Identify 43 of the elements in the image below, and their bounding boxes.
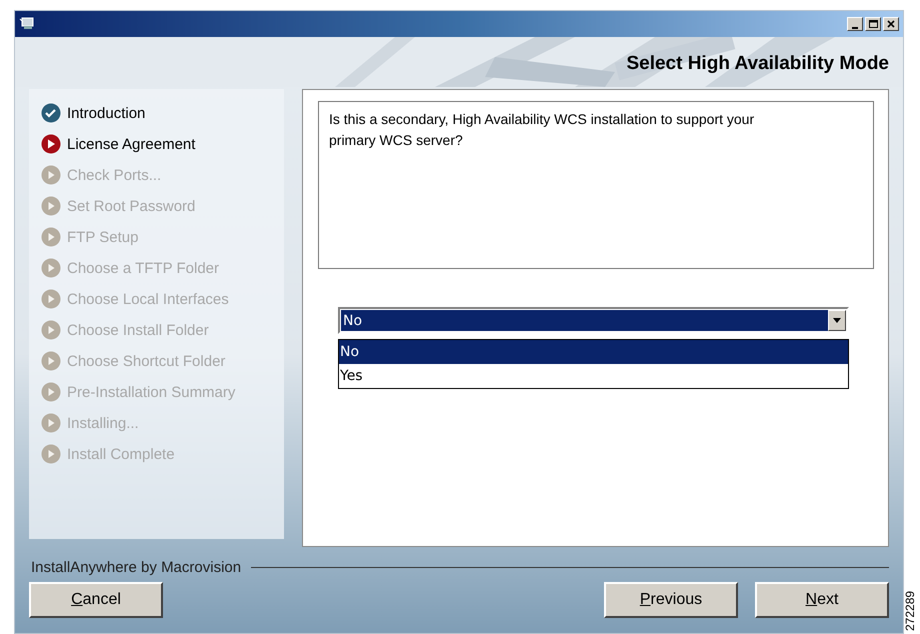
play-icon — [41, 134, 61, 154]
play-icon — [41, 165, 61, 185]
caret-icon — [833, 318, 841, 323]
play-icon — [41, 382, 61, 402]
wizard-button[interactable]: Cancel — [29, 582, 163, 618]
step-label: Choose Shortcut Folder — [67, 352, 226, 370]
play-icon — [41, 196, 61, 216]
question-text: Is this a secondary, High Availability WCS installation to support your primary WCS server? — [318, 101, 874, 269]
wizard-button[interactable]: Next — [755, 582, 889, 618]
dropdown-arrow-button[interactable] — [828, 310, 846, 331]
play-icon — [41, 258, 61, 278]
brand-label: InstallAnywhere by Macrovision — [31, 559, 242, 576]
step-label: Introduction — [67, 104, 146, 122]
step-label: Choose Local Interfaces — [67, 290, 229, 308]
step-label: Choose a TFTP Folder — [67, 260, 220, 276]
step-label: Pre-Installation Summary — [67, 384, 236, 400]
step-label: Install Complete — [67, 446, 175, 462]
play-icon — [41, 289, 61, 309]
close-icon — [887, 20, 895, 28]
play-icon — [41, 227, 61, 247]
wizard-button[interactable]: Previous — [604, 582, 738, 618]
maximize-icon — [869, 20, 878, 28]
play-icon — [41, 444, 61, 464]
step-label: Installing... — [67, 414, 139, 432]
minimize-icon — [852, 27, 858, 29]
computer-icon — [19, 16, 35, 32]
page-title: Select High Availability Mode — [626, 53, 889, 75]
dropdown-option[interactable]: No — [339, 340, 848, 364]
minimize-button[interactable] — [847, 17, 863, 31]
check-icon — [41, 103, 61, 123]
step-label: License Agreement — [67, 136, 196, 152]
step-label: FTP Setup — [67, 228, 138, 246]
close-button[interactable] — [883, 17, 899, 31]
figure-number: 272289 — [903, 590, 917, 631]
play-icon — [41, 351, 61, 371]
dropdown-field[interactable]: No — [338, 307, 849, 334]
dropdown-option[interactable]: Yes — [339, 364, 848, 388]
maximize-button[interactable] — [865, 17, 881, 31]
play-icon — [41, 413, 61, 433]
step-label: Choose Install Folder — [67, 322, 209, 338]
play-icon — [41, 320, 61, 340]
step-label: Check Ports... — [67, 166, 162, 184]
step-label: Set Root Password — [67, 198, 196, 214]
